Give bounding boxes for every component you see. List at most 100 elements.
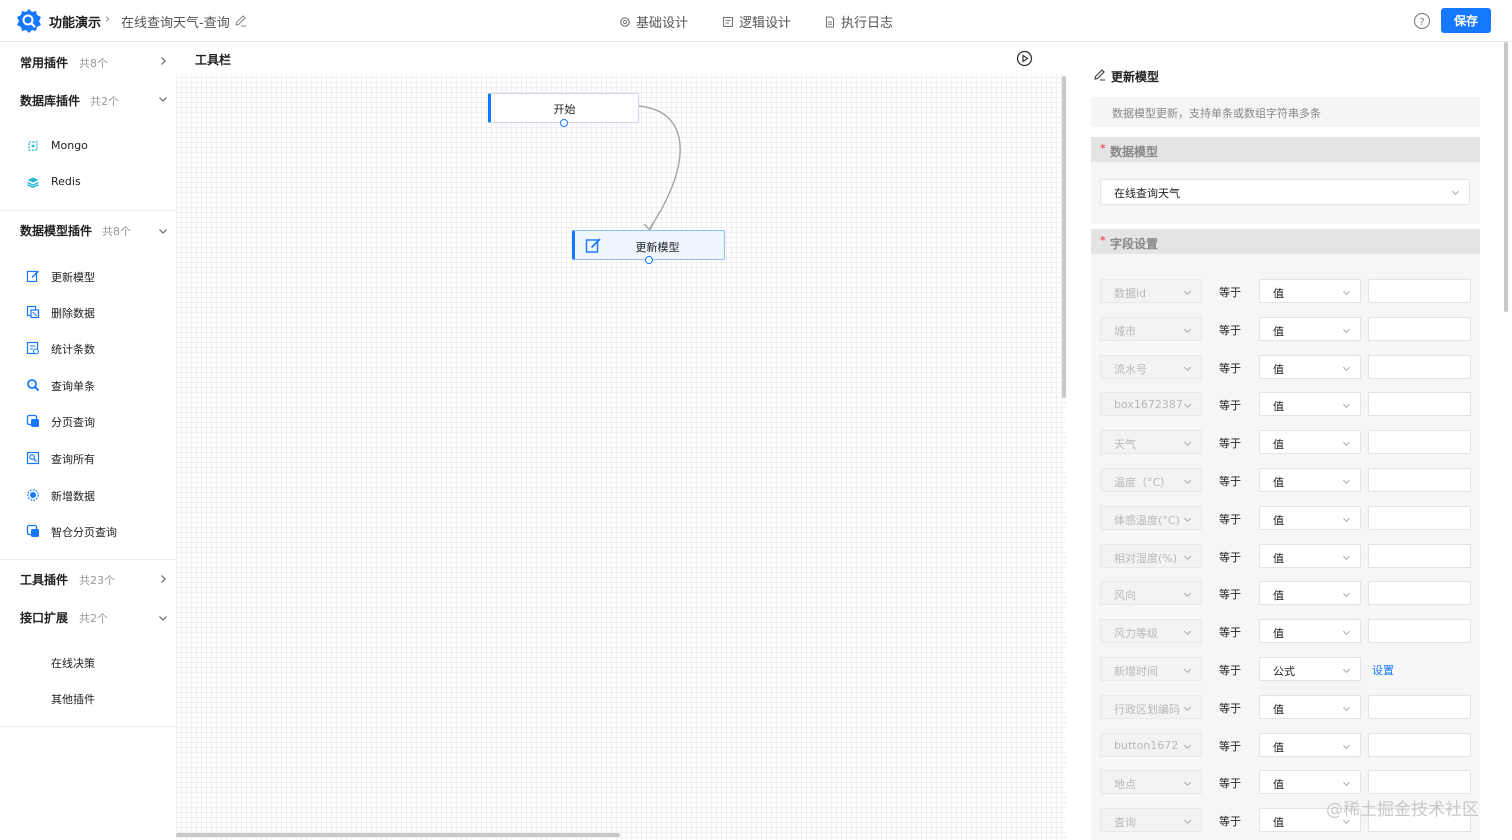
field-name-select: 数据id (1100, 279, 1202, 303)
canvas-horizontal-scrollbar[interactable] (176, 833, 620, 837)
data-model-select[interactable]: 在线查询天气 (1100, 179, 1470, 205)
plugin-group-data-model[interactable]: 数据模型插件 共8个 (0, 210, 176, 248)
field-row: 体感温度(°C) 等于 值 (1091, 505, 1480, 532)
sidebar-item-query-all[interactable]: 查询所有 (0, 446, 176, 470)
sidebar-item-page-query[interactable]: 分页查询 (0, 409, 176, 433)
value-mode: 值 (1273, 287, 1284, 300)
mongo-icon (28, 141, 38, 151)
field-value-input[interactable] (1368, 392, 1471, 417)
sidebar-item-label: 查询所有 (51, 453, 95, 466)
add-data-icon (27, 489, 39, 501)
field-name-select: box1672387 (1100, 392, 1202, 417)
field-value-input[interactable] (1368, 430, 1471, 455)
field-value-input[interactable] (1368, 279, 1471, 303)
field-value-input[interactable] (1368, 505, 1471, 530)
plugin-group-api-extension[interactable]: 接口扩展 共2个 (0, 597, 176, 635)
field-value-input[interactable] (1368, 694, 1471, 719)
edit-title-icon[interactable] (234, 14, 247, 27)
value-mode: 值 (1273, 778, 1284, 792)
sidebar-item-redis[interactable]: Redis (0, 170, 176, 194)
value-mode-select[interactable]: 值 (1259, 770, 1361, 795)
gear-icon (620, 16, 630, 27)
document-icon (825, 15, 835, 28)
value-mode-select[interactable]: 值 (1259, 694, 1361, 719)
flow-canvas[interactable]: 工具栏 开始 更新模型 (176, 42, 1066, 840)
sidebar-item-count[interactable]: 统计条数 (0, 336, 176, 360)
value-mode-select[interactable]: 值 (1259, 543, 1361, 568)
value-mode-select[interactable]: 值 (1259, 279, 1361, 303)
field-name: 查询 (1114, 816, 1136, 830)
node-port[interactable] (560, 119, 568, 127)
sidebar-item-update-model[interactable]: 更新模型 (0, 264, 176, 288)
chevron-down-icon (1342, 744, 1351, 749)
field-value-input[interactable] (1368, 354, 1471, 379)
delete-data-icon (26, 305, 40, 319)
chevron-down-icon (1183, 782, 1192, 787)
field-name-select: 新增时间 (1100, 657, 1202, 681)
chevron-down-icon (159, 229, 167, 234)
value-mode-select[interactable]: 值 (1259, 581, 1361, 606)
chevron-down-icon (1183, 479, 1192, 485)
field-name: 新增时间 (1114, 665, 1158, 678)
panel-vertical-scrollbar[interactable] (1504, 42, 1508, 312)
value-mode-select[interactable]: 值 (1259, 505, 1361, 530)
chevron-down-icon (1183, 517, 1192, 522)
help-icon[interactable]: ? (1413, 12, 1431, 30)
logic-icon (722, 16, 734, 27)
sidebar-item-smart-page-query[interactable]: 智仓分页查询 (0, 519, 176, 543)
plugin-sidebar: 常用插件 共8个 数据库插件 共2个 Mongo Redis 数据模型插件 共8… (0, 42, 176, 840)
field-value-input[interactable] (1368, 581, 1471, 606)
operator-label: 等于 (1219, 815, 1241, 829)
value-mode: 值 (1273, 476, 1284, 489)
tab-basic-design[interactable]: 基础设计 (619, 12, 688, 31)
value-mode-select[interactable]: 公式 (1259, 657, 1361, 681)
plugin-group-database[interactable]: 数据库插件 共2个 (0, 80, 176, 118)
field-value-input[interactable] (1368, 316, 1471, 341)
field-row: 温度（°C） 等于 值 (1091, 468, 1480, 494)
panel-description: 数据模型更新，支持单条或数组字符串多条 (1091, 97, 1480, 127)
field-row: 流水号 等于 值 (1091, 354, 1480, 381)
value-mode-select[interactable]: 值 (1259, 430, 1361, 455)
chevron-down-icon (1342, 706, 1351, 711)
sidebar-item-label: 新增数据 (51, 490, 95, 503)
field-value-input[interactable] (1368, 543, 1471, 568)
arrow-head-icon (643, 221, 655, 232)
field-value-input[interactable] (1368, 732, 1471, 757)
sidebar-item-other-plugins[interactable]: 其他插件 (0, 686, 176, 710)
plugin-group-tools[interactable]: 工具插件 共23个 (0, 559, 176, 597)
chevron-down-icon (1451, 190, 1460, 196)
save-button[interactable]: 保存 (1441, 8, 1491, 33)
tab-execution-log[interactable]: 执行日志 (824, 12, 893, 31)
node-port[interactable] (645, 256, 653, 264)
sidebar-item-mongo[interactable]: Mongo (0, 134, 176, 158)
value-mode-select[interactable]: 值 (1259, 468, 1361, 492)
toolbar-label: 工具栏 (195, 53, 232, 67)
field-value-input[interactable] (1368, 770, 1471, 795)
value-mode-select[interactable]: 值 (1259, 316, 1361, 341)
redis-icon (27, 177, 39, 188)
canvas-toolbar: 工具栏 (176, 42, 1066, 74)
tab-logic-design[interactable]: 逻辑设计 (722, 12, 791, 31)
sidebar-item-query-single[interactable]: 查询单条 (0, 373, 176, 397)
field-value-input[interactable] (1368, 468, 1471, 492)
play-circle-icon[interactable] (1016, 50, 1033, 67)
value-mode-select[interactable]: 值 (1259, 732, 1361, 757)
formula-settings-link[interactable]: 设置 (1372, 662, 1394, 678)
sidebar-item-delete-data[interactable]: 删除数据 (0, 300, 176, 324)
value-mode-select[interactable]: 值 (1259, 392, 1361, 417)
sidebar-item-label: 更新模型 (51, 271, 95, 284)
sidebar-item-online-decision[interactable]: 在线决策 (0, 650, 176, 674)
field-name-select: 体感温度(°C) (1100, 505, 1202, 530)
query-all-icon (26, 451, 40, 465)
sidebar-item-add-data[interactable]: 新增数据 (0, 483, 176, 507)
field-name-select: button1672 (1100, 732, 1202, 757)
group-title: 数据库插件 (20, 94, 81, 108)
group-title: 接口扩展 (20, 611, 69, 625)
group-count: 共2个 (90, 95, 119, 108)
field-row: 新增时间 等于 公式 设置 (1091, 657, 1480, 683)
app-name[interactable]: 功能演示 (49, 12, 101, 31)
value-mode-select[interactable]: 值 (1259, 619, 1361, 644)
field-value-input[interactable] (1368, 619, 1471, 644)
plugin-group-common[interactable]: 常用插件 共8个 (0, 42, 176, 80)
value-mode-select[interactable]: 值 (1259, 354, 1361, 379)
